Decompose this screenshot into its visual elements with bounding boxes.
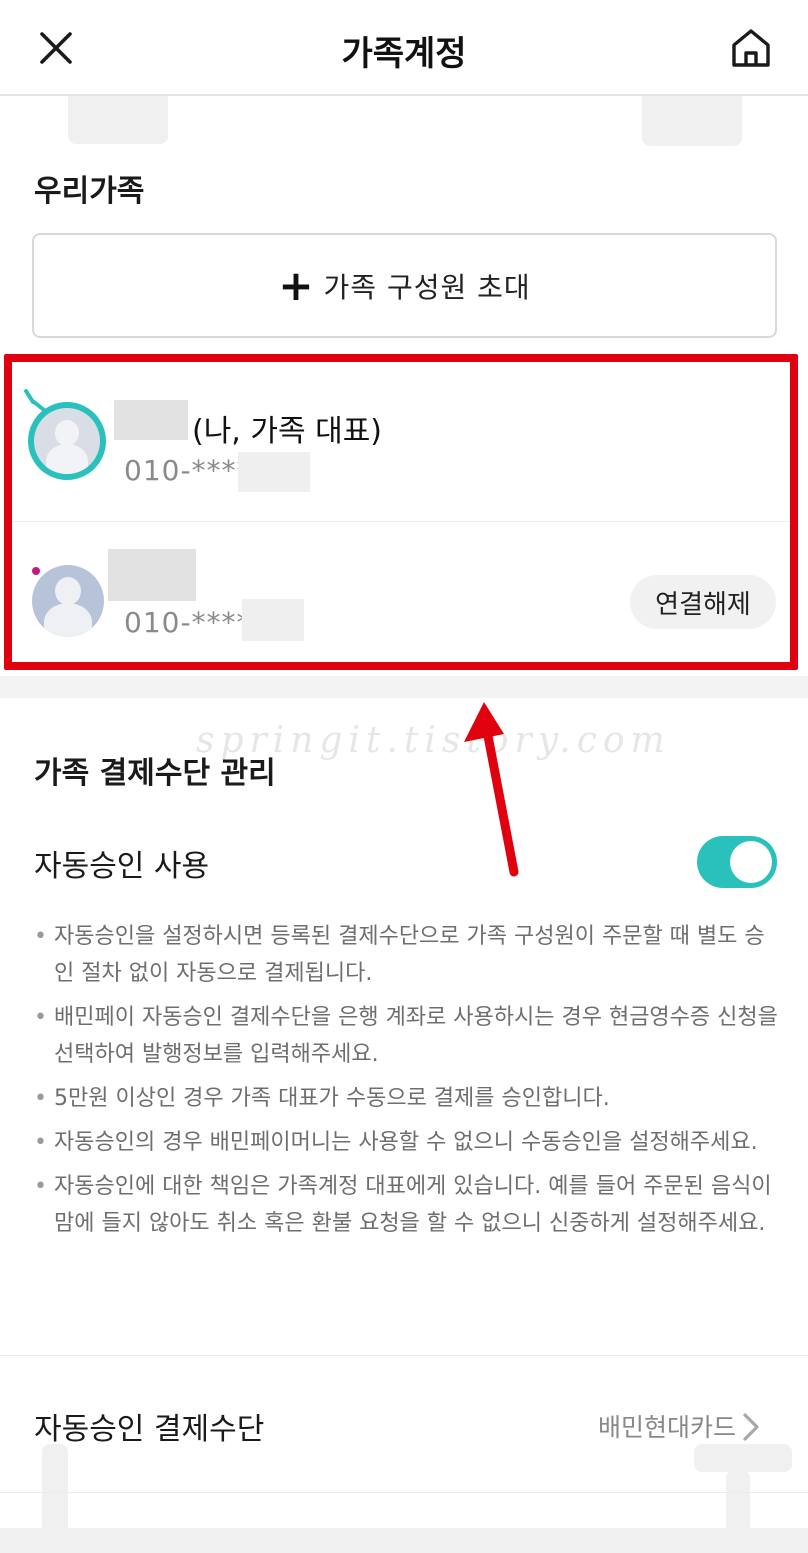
arrow-annotation-icon — [464, 702, 519, 877]
note-item: 자동승인을 설정하시면 등록된 결제수단으로 가족 구성원이 주문할 때 별도 … — [34, 918, 784, 992]
auto-approve-toggle[interactable] — [697, 836, 777, 888]
name-redacted — [108, 549, 196, 601]
avatar — [32, 565, 104, 637]
note-item: 5만원 이상인 경우 가족 대표가 수동으로 결제를 승인합니다. — [34, 1080, 784, 1117]
note-item: 배민페이 자동승인 결제수단을 은행 계좌로 사용하시는 경우 현금영수증 신청… — [34, 999, 784, 1073]
payment-method-value: 배민현대카드 — [597, 1413, 736, 1442]
family-member-row: (나, 가족 대표) 010-****- — [12, 362, 794, 522]
name-redacted — [114, 400, 188, 440]
bottom-spacer — [0, 1528, 808, 1553]
section-divider — [0, 676, 808, 698]
section-title-payment: 가족 결제수단 관리 — [34, 756, 276, 791]
page-title: 가족계정 — [341, 34, 467, 74]
note-item: 자동승인의 경우 배민페이머니는 사용할 수 없으니 수동승인을 설정해주세요. — [34, 1124, 784, 1161]
top-app-bar: 가족계정 — [0, 0, 808, 96]
home-icon — [732, 29, 770, 67]
family-member-row: 010-****- 연결해제 — [12, 523, 794, 663]
list-divider — [0, 1492, 808, 1493]
auto-approve-notes: 자동승인을 설정하시면 등록된 결제수단으로 가족 구성원이 주문할 때 별도 … — [34, 918, 784, 1249]
chevron-right-icon — [743, 1413, 759, 1441]
member-role-label: (나, 가족 대표) — [192, 414, 383, 449]
section-title-family: 우리가족 — [34, 174, 145, 209]
home-button[interactable] — [728, 26, 774, 70]
note-item: 자동승인에 대한 책임은 가족계정 대표에게 있습니다. 예를 들어 주문된 음… — [34, 1168, 784, 1242]
payment-method-label: 자동승인 결제수단 — [34, 1412, 265, 1447]
avatar — [28, 402, 106, 480]
invite-member-label: 가족 구성원 초대 — [323, 270, 531, 304]
plus-icon: + — [278, 260, 314, 310]
phone-redacted — [242, 599, 304, 641]
invite-member-button[interactable]: + 가족 구성원 초대 — [32, 233, 777, 338]
disconnect-button[interactable]: 연결해제 — [630, 575, 776, 629]
auto-approve-label: 자동승인 사용 — [34, 849, 210, 884]
auto-approve-payment-method-row[interactable]: 자동승인 결제수단 배민현대카드 — [0, 1356, 808, 1492]
status-dot — [32, 567, 40, 575]
toggle-knob — [730, 841, 772, 883]
phone-redacted — [238, 452, 310, 492]
